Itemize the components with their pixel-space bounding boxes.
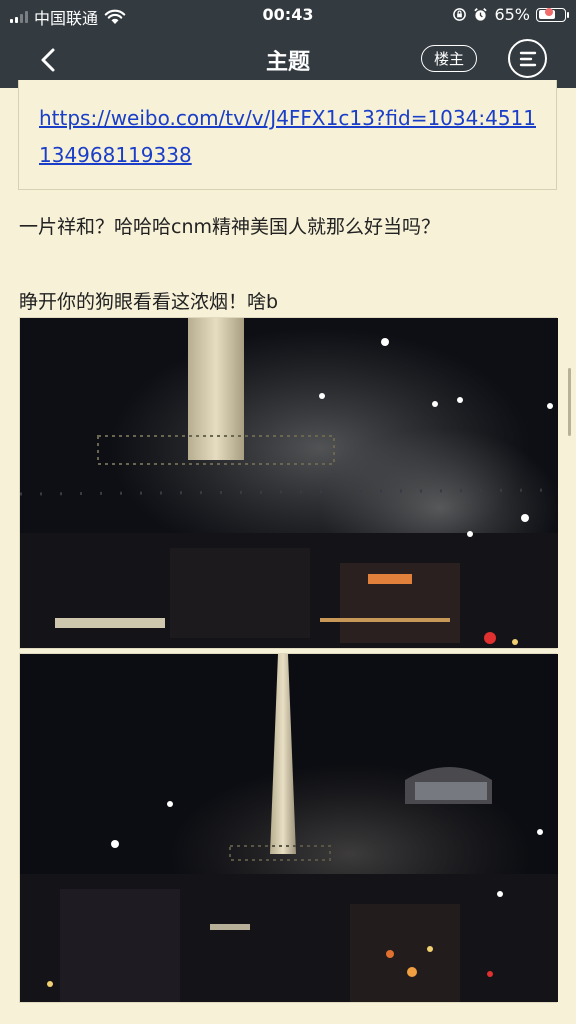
quote-box: https://weibo.com/tv/v/J4FFX1c13?fid=103… — [18, 80, 557, 190]
menu-icon — [519, 51, 536, 66]
alarm-icon — [474, 8, 488, 21]
post-image-1[interactable] — [19, 317, 558, 649]
lock-rotation-icon — [453, 8, 467, 21]
page-title: 主题 — [265, 50, 310, 75]
battery-percent: 65% — [494, 5, 530, 24]
menu-button[interactable] — [508, 39, 547, 78]
weibo-link[interactable]: https://weibo.com/tv/v/J4FFX1c13?fid=103… — [39, 100, 539, 174]
night-monument-image — [20, 654, 558, 1002]
status-bar: 中国联通 00:43 65% — [0, 0, 576, 30]
owner-only-button[interactable]: 楼主 — [421, 45, 477, 72]
scroll-indicator[interactable] — [568, 368, 571, 436]
night-city-smoke-image — [20, 318, 558, 648]
post-image-2[interactable] — [19, 653, 558, 1003]
post-text-line-1: 一片祥和？哈哈哈cnm精神美国人就那么好当吗？ — [19, 216, 440, 238]
notification-dot — [545, 8, 553, 16]
post-text-line-2: 睁开你的狗眼看看这浓烟！啥b — [19, 291, 279, 313]
